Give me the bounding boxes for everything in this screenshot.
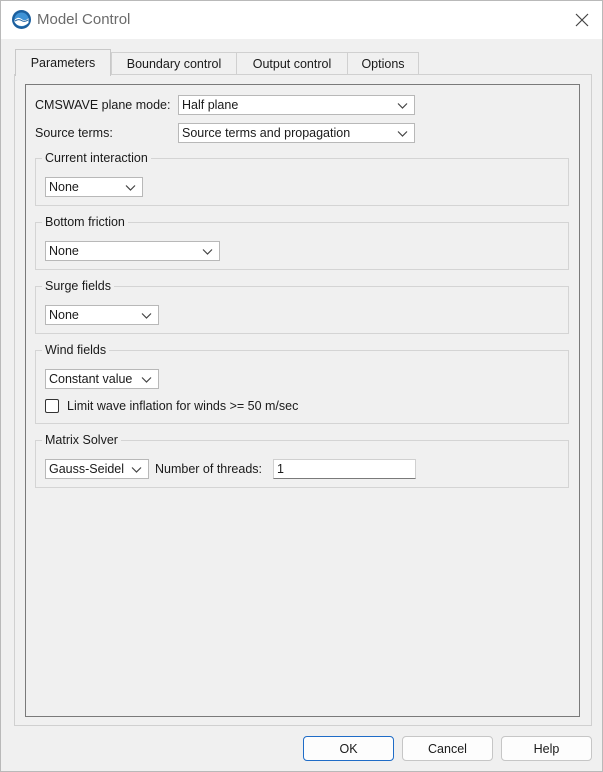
current-interaction-value: None <box>49 180 79 194</box>
tab-label: Output control <box>252 57 332 71</box>
bottom-friction-select[interactable]: None <box>45 241 220 261</box>
plane-mode-select[interactable]: Half plane <box>178 95 415 115</box>
matrix-solver-title: Matrix Solver <box>42 433 121 447</box>
chevron-down-icon <box>397 131 408 137</box>
tab-output-control[interactable]: Output control <box>236 52 348 75</box>
close-icon <box>575 13 589 27</box>
number-of-threads-value: 1 <box>277 462 284 476</box>
surge-fields-title: Surge fields <box>42 279 115 293</box>
surge-fields-select[interactable]: None <box>45 305 159 325</box>
ok-button-label: OK <box>339 741 358 756</box>
model-control-window: Model Control Parameters Boundary contro… <box>0 0 603 772</box>
help-button[interactable]: Help <box>501 736 592 761</box>
close-button[interactable] <box>569 7 595 33</box>
matrix-solver-value: Gauss-Seidel <box>49 462 125 476</box>
surge-fields-value: None <box>49 308 79 322</box>
wind-fields-value: Constant value <box>49 372 133 386</box>
plane-mode-value: Half plane <box>182 98 239 112</box>
ok-button[interactable]: OK <box>303 736 394 761</box>
bottom-friction-title: Bottom friction <box>42 215 128 229</box>
wind-fields-title: Wind fields <box>42 343 110 357</box>
tab-options[interactable]: Options <box>347 52 419 75</box>
app-globe-icon <box>12 10 31 29</box>
limit-wave-inflation-label: Limit wave inflation for winds >= 50 m/s… <box>67 399 299 413</box>
help-button-label: Help <box>533 741 560 756</box>
tab-label: Options <box>361 57 405 71</box>
title-bar: Model Control <box>1 1 602 39</box>
source-terms-select[interactable]: Source terms and propagation <box>178 123 415 143</box>
source-terms-label: Source terms: <box>35 126 113 140</box>
chevron-down-icon <box>397 103 408 109</box>
bottom-friction-value: None <box>49 244 79 258</box>
chevron-down-icon <box>131 467 142 473</box>
tab-label: Parameters <box>30 56 96 70</box>
chevron-down-icon <box>202 249 213 255</box>
tab-parameters[interactable]: Parameters <box>15 49 111 76</box>
tab-label: Boundary control <box>126 57 222 71</box>
limit-wave-inflation-checkbox[interactable] <box>45 399 59 413</box>
number-of-threads-input[interactable]: 1 <box>273 459 416 479</box>
chevron-down-icon <box>125 185 136 191</box>
current-interaction-select[interactable]: None <box>45 177 143 197</box>
chevron-down-icon <box>141 313 152 319</box>
current-interaction-title: Current interaction <box>42 151 151 165</box>
cancel-button-label: Cancel <box>428 741 467 756</box>
cancel-button[interactable]: Cancel <box>402 736 493 761</box>
matrix-solver-select[interactable]: Gauss-Seidel <box>45 459 149 479</box>
window-title: Model Control <box>37 11 131 28</box>
number-of-threads-label: Number of threads: <box>155 462 262 476</box>
tab-boundary-control[interactable]: Boundary control <box>111 52 237 75</box>
wind-fields-select[interactable]: Constant value <box>45 369 159 389</box>
source-terms-value: Source terms and propagation <box>182 126 351 140</box>
plane-mode-label: CMSWAVE plane mode: <box>35 98 171 112</box>
chevron-down-icon <box>141 377 152 383</box>
